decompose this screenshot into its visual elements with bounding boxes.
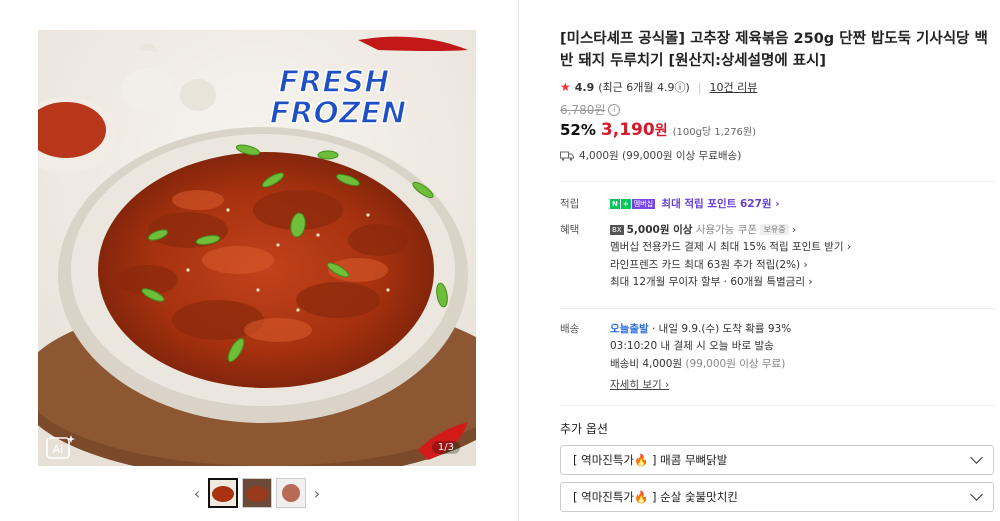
gallery-panel: FRESH FROZEN AI 1/3 ‹ › xyxy=(0,0,519,521)
coupon-owned-tag: 보유중 xyxy=(760,224,789,235)
installment-link[interactable]: 최대 12개월 무이자 할부 · 60개월 특별금리 › xyxy=(610,274,996,292)
delivery-eta-row: 오늘출발 · 내일 9.9.(수) 도착 확률 93% xyxy=(610,321,996,339)
npay-member: 멤버십 xyxy=(631,199,656,209)
npay-plus: + xyxy=(620,199,631,209)
delivery-section: 배송 오늘출발 · 내일 9.9.(수) 도착 확률 93% 03:10:20 … xyxy=(560,321,996,395)
linefriends-card-link[interactable]: 라인프렌즈 카드 최대 63원 추가 적립(2%) › xyxy=(610,257,996,275)
shipping-row: 4,000원 (99,000원 이상 무료배송) xyxy=(560,148,996,163)
chevron-down-icon xyxy=(970,488,983,501)
truck-icon xyxy=(560,151,574,161)
sale-price-value: 3,190 xyxy=(600,120,655,140)
coupon-amount: 5,000원 이상 xyxy=(626,223,693,236)
delivery-eta: · 내일 9.9.(수) 도착 확률 93% xyxy=(651,322,792,335)
ai-icon[interactable]: AI xyxy=(46,434,76,460)
next-image-button[interactable]: › xyxy=(310,478,324,508)
section-divider xyxy=(560,404,996,406)
section-divider xyxy=(560,307,996,309)
option-select-label: [ 역마진특가🔥 ] 순살 숯불맛치킨 xyxy=(573,489,738,504)
npay-n: N xyxy=(610,199,620,209)
membership-card-link[interactable]: 멤버십 전용카드 결제 시 최대 15% 적립 포인트 받기 › xyxy=(610,239,996,257)
badge-frozen: FROZEN xyxy=(270,96,406,131)
points-label: 적립 xyxy=(560,198,580,210)
prev-image-button[interactable]: ‹ xyxy=(190,478,204,508)
rating-row: ★ 4.9 (최근 6개월 4.9ⓘ) | 10건 리뷰 xyxy=(560,79,996,95)
additional-options-title: 추가 옵션 xyxy=(560,421,608,436)
sale-price: 3,190원 xyxy=(601,120,668,140)
discount-rate: 52% xyxy=(560,121,596,139)
price-row: 52% 3,190원 (100g당 1,276원) xyxy=(560,120,996,140)
section-divider xyxy=(560,181,996,182)
npay-membership-icon: N + 멤버십 xyxy=(610,199,656,209)
rating-value: 4.9 xyxy=(574,80,595,94)
coupon-chevron-icon: › xyxy=(791,223,797,236)
option-select-1[interactable]: [ 역마진특가🔥 ] 매콤 무뼈닭발 xyxy=(560,444,994,475)
product-title: [미스타셰프 공식몰] 고추장 제육볶음 250g 단짠 밥도둑 기사식당 백반… xyxy=(560,31,988,69)
option-select-2[interactable]: [ 역마진특가🔥 ] 순살 숯불맛치킨 xyxy=(560,481,994,512)
option-select-label: [ 역마진특가🔥 ] 매콤 무뼈닭발 xyxy=(573,452,728,467)
dispatch-countdown: 03:10:20 내 결제 시 오늘 바로 발송 xyxy=(610,340,774,352)
thumbnail-1[interactable] xyxy=(208,478,238,508)
info-icon[interactable]: i xyxy=(608,103,621,116)
reviews-link[interactable]: 10건 리뷰 xyxy=(710,79,758,95)
unit-price: (100g당 1,276원) xyxy=(672,127,757,138)
thumbnail-2[interactable] xyxy=(242,478,272,508)
original-price-row: 6,780원 i xyxy=(560,101,996,118)
today-dispatch-badge: 오늘출발 xyxy=(610,322,649,335)
star-icon: ★ xyxy=(560,80,571,94)
benefits-label: 혜택 xyxy=(560,223,580,236)
sale-price-currency: 원 xyxy=(654,123,668,139)
coupon-icon: BX xyxy=(610,224,624,235)
delivery-label: 배송 xyxy=(560,322,580,335)
badge-fresh: FRESH xyxy=(279,65,390,100)
divider: | xyxy=(697,80,702,94)
coupon-row[interactable]: BX 5,000원 이상 사용가능 쿠폰 보유중 › xyxy=(610,222,996,240)
delivery-details-link[interactable]: 자세히 보기 › xyxy=(610,377,996,395)
original-price: 6,780원 xyxy=(560,103,606,117)
points-section: 적립 N + 멤버십 최대 적립 포인트 627원 › xyxy=(560,196,996,214)
shipping-text: 4,000원 (99,000원 이상 무료배송) xyxy=(579,150,742,162)
benefits-section: 혜택 BX 5,000원 이상 사용가능 쿠폰 보유중 › 멤버십 전용카드 결제… xyxy=(560,222,996,292)
delivery-fee-note: (99,000원 이상 무료) xyxy=(685,357,786,370)
food-photo: FRESH FROZEN xyxy=(38,30,476,466)
chevron-down-icon xyxy=(970,451,983,464)
coupon-text: 사용가능 쿠폰 xyxy=(695,223,758,236)
max-points-link[interactable]: 최대 적립 포인트 627원 › xyxy=(661,198,779,210)
ai-label: AI xyxy=(53,443,64,456)
thumbnail-strip: ‹ › xyxy=(190,478,324,508)
thumbnail-3[interactable] xyxy=(276,478,306,508)
image-page-indicator: 1/3 xyxy=(431,441,460,454)
delivery-fee-row: 배송비 4,000원 (99,000원 이상 무료) xyxy=(610,356,996,374)
rating-sub[interactable]: (최근 6개월 4.9ⓘ) xyxy=(598,79,690,95)
product-info-panel: [미스타셰프 공식몰] 고추장 제육볶음 250g 단짠 밥도둑 기사식당 백반… xyxy=(560,28,996,512)
delivery-fee: 배송비 4,000원 xyxy=(610,357,683,370)
product-main-image[interactable]: FRESH FROZEN AI 1/3 xyxy=(38,30,476,466)
